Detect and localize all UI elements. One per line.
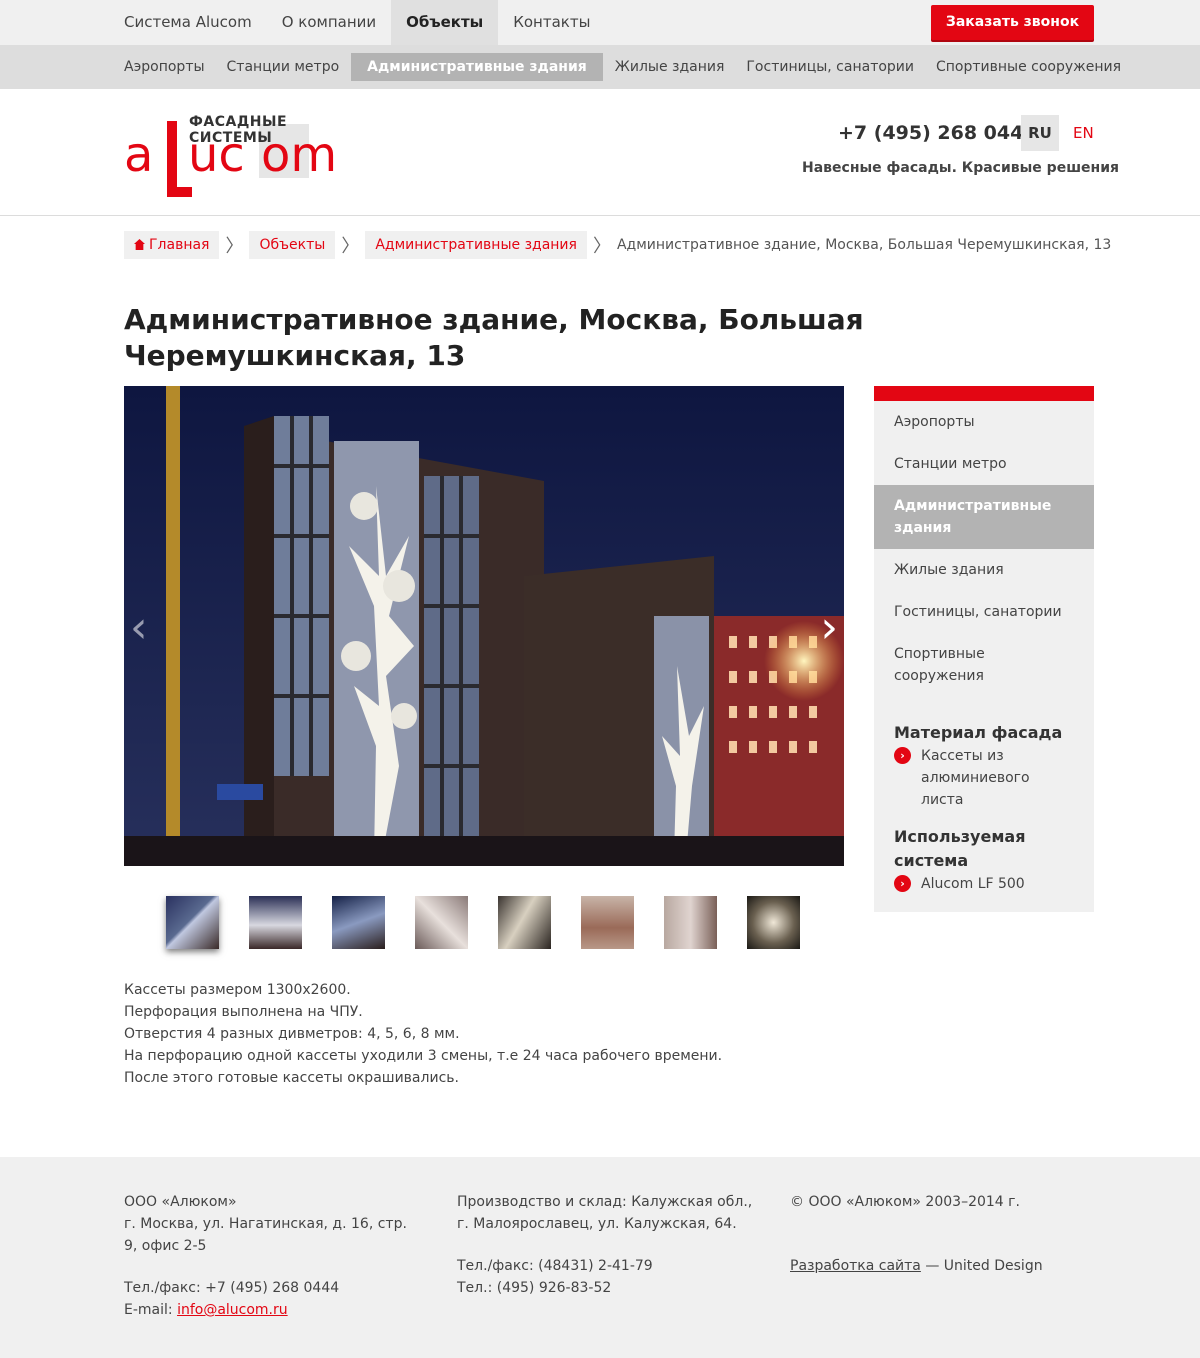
building-photo bbox=[124, 386, 844, 866]
main-nav: Система Alucom О компании Объекты Контак… bbox=[109, 0, 605, 45]
gallery-thumbnails bbox=[166, 896, 830, 949]
object-info-box: Материал фасада › Кассеты из алюминиевог… bbox=[874, 701, 1094, 912]
breadcrumb-objects[interactable]: Объекты bbox=[249, 231, 336, 259]
gallery-thumbnail[interactable] bbox=[664, 896, 717, 949]
footer-production-address: Производство и склад: Калужская обл., г.… bbox=[457, 1194, 753, 1232]
sidebar-accent-bar bbox=[874, 386, 1094, 401]
breadcrumb-home-label: Главная bbox=[149, 237, 210, 253]
gallery-next-button[interactable]: › bbox=[820, 606, 838, 650]
footer-company: ООО «Алюком» bbox=[124, 1194, 237, 1210]
chevron-right-icon: › bbox=[894, 747, 911, 764]
gallery-prev-button[interactable]: ‹ bbox=[130, 606, 148, 650]
logo[interactable]: a uc om ФАСАДНЫЕ СИСТЕМЫ bbox=[124, 113, 364, 197]
footer-col-contacts: ООО «Алюком» г. Москва, ул. Нагатинская,… bbox=[124, 1191, 414, 1341]
footer-address: г. Москва, ул. Нагатинская, д. 16, стр. … bbox=[124, 1216, 407, 1254]
gallery-thumbnail[interactable] bbox=[166, 896, 219, 949]
chevron-right-icon: › bbox=[894, 875, 911, 892]
description-line: Кассеты размером 1300х2600. bbox=[124, 982, 351, 998]
gallery-thumbnail[interactable] bbox=[249, 896, 302, 949]
site-header: a uc om ФАСАДНЫЕ СИСТЕМЫ +7 (495) 268 04… bbox=[0, 89, 1200, 216]
description-line: Отверстия 4 разных дивметров: 4, 5, 6, 8… bbox=[124, 1026, 460, 1042]
description-line: Перфорация выполнена на ЧПУ. bbox=[124, 1004, 363, 1020]
chevron-right-icon: 〉 bbox=[341, 236, 360, 257]
subnav-residential[interactable]: Жилые здания bbox=[604, 53, 736, 81]
top-bar: Система Alucom О компании Объекты Контак… bbox=[0, 0, 1200, 45]
footer-production-phone: Тел./факс: (48431) 2-41-79 bbox=[457, 1258, 653, 1274]
description-line: После этого готовые кассеты окрашивались… bbox=[124, 1070, 459, 1086]
breadcrumb-admin-buildings[interactable]: Административные здания bbox=[365, 231, 587, 259]
footer-email-label: E-mail: bbox=[124, 1302, 178, 1318]
breadcrumb-current: Административное здание, Москва, Большая… bbox=[616, 237, 1112, 253]
header-phone[interactable]: +7 (495) 268 0444 bbox=[838, 122, 1037, 144]
footer-dev-link[interactable]: Разработка сайта bbox=[790, 1258, 921, 1274]
gallery-thumbnail[interactable] bbox=[332, 896, 385, 949]
system-value: Alucom LF 500 bbox=[921, 876, 1025, 892]
category-nav: Аэропорты Станции метро Административные… bbox=[113, 53, 1132, 81]
page-title: Административное здание, Москва, Большая… bbox=[124, 303, 864, 372]
lang-ru-button[interactable]: RU bbox=[1021, 115, 1059, 151]
material-value: Кассеты из алюминиевого листа bbox=[921, 748, 1030, 808]
footer-col-production: Производство и склад: Калужская обл., г.… bbox=[457, 1191, 757, 1319]
gallery-thumbnail[interactable] bbox=[747, 896, 800, 949]
order-call-button[interactable]: Заказать звонок bbox=[931, 5, 1094, 40]
nav-about[interactable]: О компании bbox=[267, 0, 391, 45]
breadcrumb-home[interactable]: Главная bbox=[124, 231, 220, 259]
sidebar-item-residential[interactable]: Жилые здания bbox=[874, 549, 1094, 591]
breadcrumb: Главная 〉 Объекты 〉 Административные зда… bbox=[124, 231, 1111, 259]
sub-bar: Аэропорты Станции метро Административные… bbox=[0, 45, 1200, 89]
logo-tagline: ФАСАДНЫЕ СИСТЕМЫ bbox=[189, 114, 288, 146]
subnav-airports[interactable]: Аэропорты bbox=[113, 53, 216, 81]
sidebar-item-airports[interactable]: Аэропорты bbox=[874, 401, 1094, 443]
site-footer: ООО «Алюком» г. Москва, ул. Нагатинская,… bbox=[0, 1157, 1200, 1358]
material-item[interactable]: › Кассеты из алюминиевого листа bbox=[894, 745, 1074, 811]
nav-contacts[interactable]: Контакты bbox=[498, 0, 605, 45]
slogan: Навесные фасады. Красивые решения bbox=[802, 160, 1120, 176]
gallery-main-image: ‹ › bbox=[124, 386, 844, 866]
object-description: Кассеты размером 1300х2600. Перфорация в… bbox=[124, 979, 844, 1089]
footer-phone: Тел./факс: +7 (495) 268 0444 bbox=[124, 1280, 340, 1296]
footer-copyright: © ООО «Алюком» 2003–2014 г. bbox=[790, 1194, 1020, 1210]
sidebar-item-metro[interactable]: Станции метро bbox=[874, 443, 1094, 485]
subnav-hotels[interactable]: Гостиницы, санатории bbox=[735, 53, 925, 81]
footer-production-phone-2: Тел.: (495) 926-83-52 bbox=[457, 1280, 612, 1296]
subnav-admin-buildings[interactable]: Административные здания bbox=[351, 53, 603, 81]
subnav-sports[interactable]: Спортивные сооружения bbox=[925, 53, 1132, 81]
description-line: На перфорацию одной кассеты уходили 3 см… bbox=[124, 1048, 723, 1064]
nav-objects[interactable]: Объекты bbox=[391, 0, 499, 45]
sidebar-item-sports[interactable]: Спортивные сооружения bbox=[874, 633, 1094, 697]
subnav-metro[interactable]: Станции метро bbox=[216, 53, 351, 81]
material-title: Материал фасада bbox=[894, 723, 1063, 742]
system-item[interactable]: › Alucom LF 500 bbox=[894, 873, 1074, 895]
gallery-thumbnail[interactable] bbox=[581, 896, 634, 949]
sidebar-item-hotels[interactable]: Гостиницы, санатории bbox=[874, 591, 1094, 633]
nav-system-alucom[interactable]: Система Alucom bbox=[109, 0, 267, 45]
footer-dev-name: — United Design bbox=[920, 1258, 1043, 1274]
footer-email-link[interactable]: info@alucom.ru bbox=[177, 1302, 288, 1318]
gallery-thumbnail[interactable] bbox=[415, 896, 468, 949]
footer-col-copyright: © ООО «Алюком» 2003–2014 г. Разработка с… bbox=[790, 1191, 1090, 1297]
lang-en-link[interactable]: EN bbox=[1073, 115, 1094, 151]
svg-text:a: a bbox=[124, 127, 153, 183]
chevron-right-icon: 〉 bbox=[592, 236, 611, 257]
sidebar-categories: Аэропорты Станции метро Административные… bbox=[874, 386, 1094, 707]
chevron-right-icon: 〉 bbox=[225, 236, 244, 257]
gallery-thumbnail[interactable] bbox=[498, 896, 551, 949]
system-title: Используемая система bbox=[894, 827, 1026, 870]
home-icon bbox=[134, 239, 145, 250]
sidebar-item-admin-buildings[interactable]: Административные здания bbox=[874, 485, 1094, 549]
